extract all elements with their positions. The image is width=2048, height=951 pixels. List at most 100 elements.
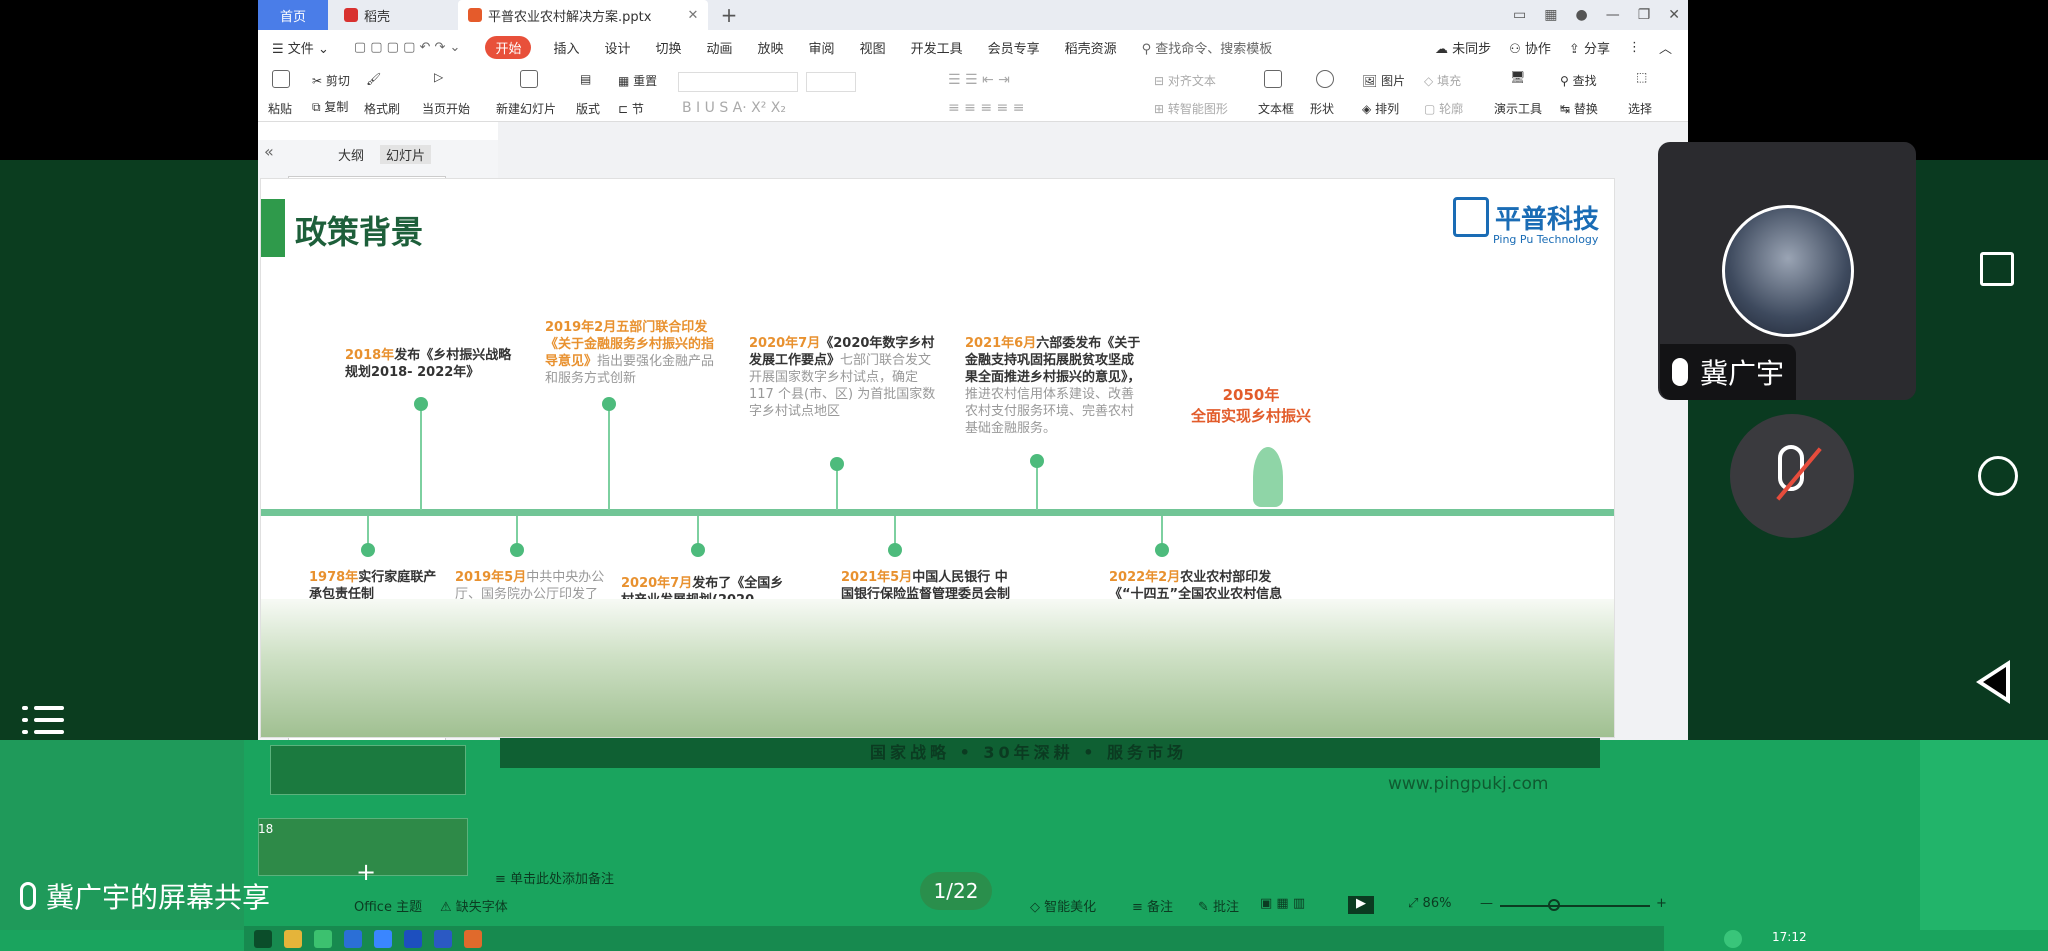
user-avatar-icon[interactable]: ● [1575,7,1587,23]
menu-start[interactable]: 开始 [485,35,532,59]
outline-button[interactable]: ▢ 轮廓 [1424,100,1463,117]
goal-text: 全面实现乡村振兴 [1191,407,1312,425]
text-format-icons[interactable]: B I U S A· X² X₂ [682,100,786,116]
arrange-button[interactable]: ◈ 排列 [1362,100,1399,117]
zoom-out-button[interactable]: — [1480,896,1493,911]
command-search[interactable]: ⚲ 查找命令、搜索模板 [1142,38,1273,57]
menu-view[interactable]: 视图 [860,38,886,57]
play-slideshow-icon[interactable]: ▶ [1348,896,1374,914]
paragraph-align-icons[interactable]: ≡ ≡ ≡ ≡ ≡ [948,100,1024,116]
quick-access-icons[interactable]: ▢ ▢ ▢ ▢ ↶ ↷ ⌄ [354,40,461,55]
copy-button[interactable]: ⧉ 复制 [312,98,348,115]
participant-list-icon[interactable] [22,700,66,740]
share-button[interactable]: ⇪ 分享 [1569,38,1610,57]
section-button[interactable]: ⊏ 节 [618,100,644,117]
convert-smartart-button[interactable]: ⊞ 转智能图形 [1154,100,1228,117]
comments-button[interactable]: ✎ 批注 [1198,896,1239,915]
current-slide[interactable]: 政策背景 平普科技 Ping Pu Technology 2018年发布《乡村振… [260,178,1615,738]
add-slide-button[interactable]: + [356,858,376,886]
wps-writer-icon[interactable] [404,930,422,948]
new-tab-button[interactable]: + [714,0,744,30]
notes-toggle-button[interactable]: ≡ 备注 [1132,896,1173,915]
layout-button[interactable]: 版式 [576,100,600,117]
menu-slideshow[interactable]: 放映 [758,38,784,57]
apps-grid-icon[interactable]: ▦ [1544,7,1557,23]
menu-file[interactable]: ☰ 文件 ⌄ [272,38,329,57]
app-icon[interactable] [344,930,362,948]
list-icons[interactable]: ☰ ☰ ⇤ ⇥ [948,72,1010,88]
new-slide-icon[interactable] [520,70,538,88]
slides-tab[interactable]: 幻灯片 [380,145,432,164]
restore-icon[interactable]: ❐ [1638,7,1651,23]
presentation-tools-button[interactable]: 演示工具 [1494,100,1542,117]
tray-wechat-icon[interactable] [1724,930,1742,948]
menu-member[interactable]: 会员专享 [988,38,1040,57]
align-text-button[interactable]: ⊟ 对齐文本 [1154,72,1216,89]
menu-design[interactable]: 设计 [604,38,630,57]
paste-label[interactable]: 粘贴 [268,100,292,117]
presentation-tools-icon[interactable]: 🖥 [1510,70,1525,84]
textbox-button[interactable]: 文本框 [1258,100,1294,117]
view-mode-icons[interactable]: ▣ ▦ ▥ [1260,896,1305,911]
event-year: 2019年5月 [455,570,527,585]
menu-insert[interactable]: 插入 [553,38,579,57]
sync-button[interactable]: ☁ 未同步 [1435,38,1491,57]
wechat-icon[interactable] [314,930,332,948]
tab-daoke[interactable]: 稻壳 [334,0,454,30]
select-button[interactable]: 选择 [1628,100,1652,117]
minimize-icon[interactable]: — [1606,7,1620,23]
wps-office-icon[interactable] [434,930,452,948]
smart-beautify-button[interactable]: ◇ 智能美化 [1030,896,1096,915]
menu-developer[interactable]: 开发工具 [911,38,963,57]
notes-placeholder[interactable]: ≡ 单击此处添加备注 [495,868,614,887]
tab-home[interactable]: 首页 [258,0,328,30]
meeting-app-icon[interactable] [374,930,392,948]
replace-button[interactable]: ↹ 替换 [1560,100,1598,117]
home-button[interactable] [1978,456,2018,496]
start-menu-icon[interactable] [254,930,272,948]
zoom-level[interactable]: ⤢ 86% [1408,896,1451,911]
close-tab-icon[interactable]: ✕ [687,8,698,23]
tab-document[interactable]: 平普农业农村解决方案.pptx ✕ [458,0,708,30]
missing-font-button[interactable]: ⚠ 缺失字体 [440,896,508,915]
file-explorer-icon[interactable] [284,930,302,948]
slide-thumbnail-17-lower[interactable] [270,745,466,795]
reset-button[interactable]: ▦ 重置 [618,72,657,89]
paste-button[interactable] [272,70,290,88]
menu-daoke-resources[interactable]: 稻壳资源 [1065,38,1117,57]
daoke-logo-icon [344,8,358,22]
zoom-slider-handle[interactable] [1548,899,1560,911]
zoom-slider[interactable] [1500,905,1650,907]
shape-button[interactable]: 形状 [1310,100,1334,117]
layout-ribbon-icon[interactable]: ▤ [580,72,591,86]
format-painter-label[interactable]: 格式刷 [364,100,400,117]
menu-animation[interactable]: 动画 [707,38,733,57]
outline-tab[interactable]: 大纲 [338,145,364,164]
format-painter-icon[interactable]: 🖌 [366,72,381,86]
font-name-select[interactable] [678,72,798,92]
new-slide-button[interactable]: 新建幻灯片 [496,100,556,117]
collapse-panel-icon[interactable]: « [264,142,274,161]
more-icon[interactable]: ⋮ [1628,40,1641,55]
font-size-select[interactable] [806,72,856,92]
cut-button[interactable]: ✂ 剪切 [312,72,350,89]
theme-name[interactable]: Office 主题 [354,896,422,915]
collapse-ribbon-icon[interactable]: ︿ [1659,38,1672,57]
layout-icon[interactable]: ▭ [1513,7,1526,23]
zoom-in-button[interactable]: + [1656,896,1667,911]
play-from-current-button[interactable]: 当页开始 [422,100,470,117]
convert-smartart-label: 转智能图形 [1167,102,1228,116]
recent-apps-button[interactable] [1980,252,2014,286]
textbox-icon[interactable] [1264,70,1282,88]
menu-transition[interactable]: 切换 [656,38,682,57]
shape-icon[interactable] [1316,70,1334,88]
select-icon[interactable]: ⬚ [1636,70,1647,84]
browser-icon[interactable] [464,930,482,948]
find-button[interactable]: ⚲ 查找 [1560,72,1597,89]
close-window-icon[interactable]: ✕ [1668,7,1680,23]
collab-button[interactable]: ⚇ 协作 [1509,38,1551,57]
fill-button[interactable]: ◇ 填充 [1424,72,1461,89]
picture-button[interactable]: 🖼 图片 [1362,72,1405,89]
menu-review[interactable]: 审阅 [809,38,835,57]
play-icon[interactable]: ▷ [434,70,443,84]
